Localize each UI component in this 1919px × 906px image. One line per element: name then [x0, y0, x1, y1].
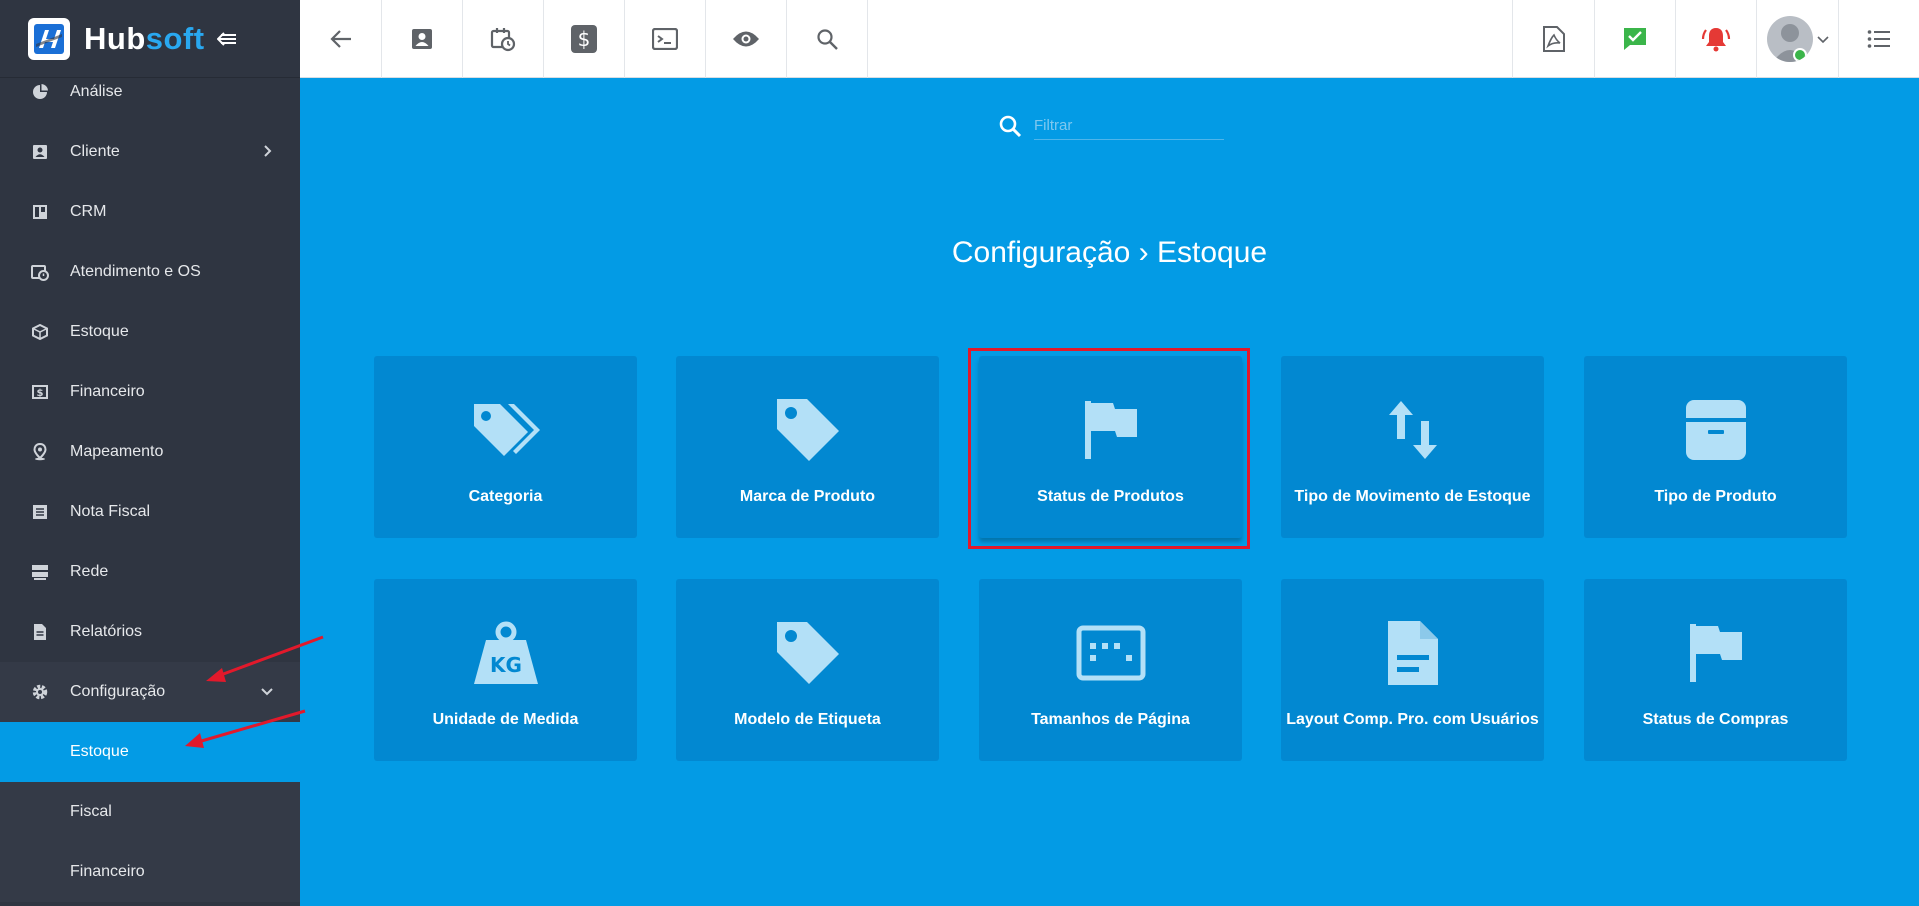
terminal-button[interactable]: [625, 0, 706, 78]
tag-icon: [772, 394, 844, 466]
terminal-icon: [652, 28, 678, 50]
topbar-right: [1512, 0, 1919, 78]
card-label: Tipo de Produto: [1654, 488, 1777, 505]
swap-vertical-icon: [1377, 394, 1449, 466]
chat-check-icon: [1624, 28, 1646, 50]
money-icon: $: [571, 25, 597, 53]
card-tipo-de-produto[interactable]: Tipo de Produto: [1584, 356, 1847, 538]
highlight-box: [968, 348, 1250, 549]
page-title: Configuração › Estoque: [951, 236, 1268, 269]
contacts-button[interactable]: [382, 0, 463, 78]
contact-card-icon: [412, 29, 432, 49]
topbar: $: [300, 0, 1919, 78]
tasks-button[interactable]: [1594, 0, 1675, 78]
card-label: Marca de Produto: [739, 488, 876, 505]
calendar-clock-icon: [490, 28, 516, 52]
chevron-down-icon: [1816, 36, 1829, 44]
card-label: Tamanhos de Página: [1031, 711, 1190, 728]
svg-text:$: $: [578, 27, 591, 51]
menu-list-button[interactable]: [1838, 0, 1919, 78]
search-icon: [817, 29, 838, 50]
card-unidade-de-medida[interactable]: KG Unidade de Medida: [374, 579, 637, 761]
view-button[interactable]: [706, 0, 787, 78]
card-label: Tipo de Movimento de Estoque: [1294, 488, 1531, 505]
filter-input[interactable]: [1034, 112, 1224, 140]
card-layout-comp-pro[interactable]: Layout Comp. Pro. com Usuários: [1281, 579, 1544, 761]
online-status-icon: [1792, 48, 1807, 62]
eye-icon: [733, 31, 759, 47]
weight-kg-icon: KG: [470, 617, 542, 689]
arrow-to-estoque: [185, 709, 306, 748]
main-content: Configuração › Estoque Categoria Marca d…: [300, 78, 1919, 906]
finance-button[interactable]: $: [544, 0, 625, 78]
search-button[interactable]: [787, 0, 868, 78]
arrow-to-configuracao: [206, 635, 324, 682]
card-status-de-compras[interactable]: Status de Compras: [1584, 579, 1847, 761]
search-icon: [999, 115, 1022, 138]
tag-icon: [772, 617, 844, 689]
card-marca-de-produto[interactable]: Marca de Produto: [676, 356, 939, 538]
avatar: [1766, 16, 1813, 62]
bell-alert-icon: [1701, 28, 1731, 52]
archive-box-icon: [1680, 394, 1752, 466]
user-menu-button[interactable]: [1756, 0, 1838, 78]
card-tamanhos-de-pagina[interactable]: Tamanhos de Página: [979, 579, 1242, 761]
card-label: Modelo de Etiqueta: [734, 711, 881, 728]
tags-icon: [470, 394, 542, 466]
card-tipo-de-movimento[interactable]: Tipo de Movimento de Estoque: [1281, 356, 1544, 538]
card-label: Layout Comp. Pro. com Usuários: [1286, 711, 1539, 728]
page-size-icon: [1075, 617, 1147, 689]
card-label: Unidade de Medida: [432, 711, 579, 728]
card-label: Categoria: [468, 488, 543, 505]
card-modelo-de-etiqueta[interactable]: Modelo de Etiqueta: [676, 579, 939, 761]
card-label: Status de Compras: [1642, 711, 1789, 728]
notifications-button[interactable]: [1675, 0, 1756, 78]
schedule-button[interactable]: [463, 0, 544, 78]
flag-icon: [1680, 617, 1752, 689]
pdf-button[interactable]: [1512, 0, 1594, 78]
document-icon: [1377, 617, 1449, 689]
pdf-icon: [1542, 26, 1565, 52]
annotation-arrows: [185, 635, 324, 748]
weight-kg-label: KG: [490, 653, 522, 677]
filter-bar: [998, 112, 1224, 140]
list-icon: [1867, 30, 1890, 48]
card-categoria[interactable]: Categoria: [374, 356, 637, 538]
